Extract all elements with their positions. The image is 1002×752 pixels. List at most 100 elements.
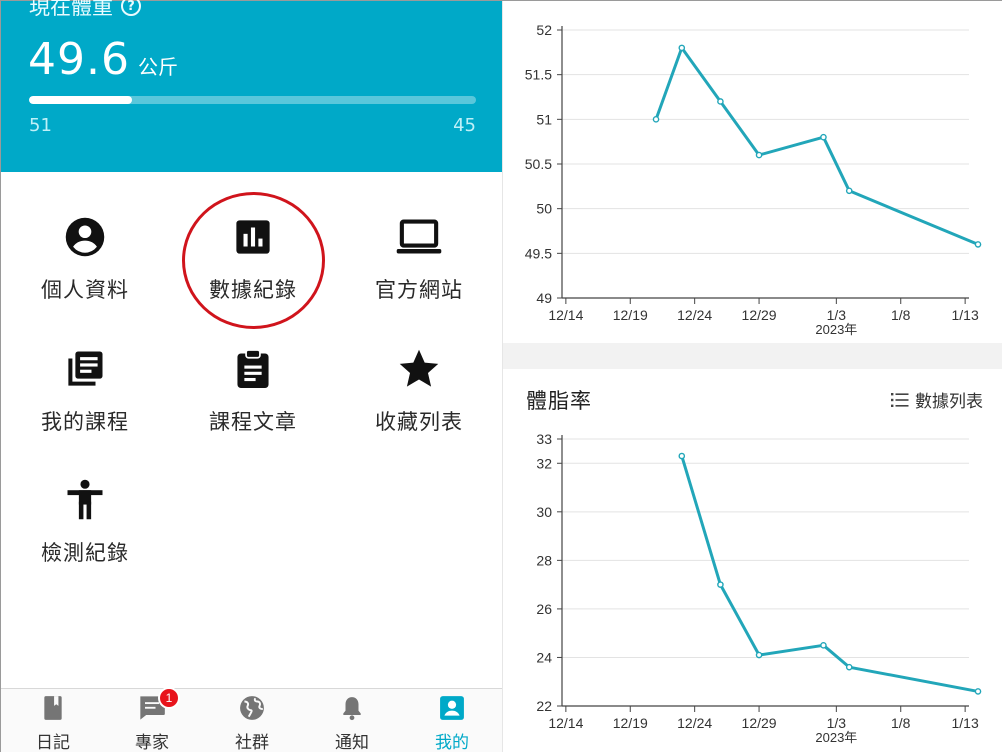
data-point [717, 581, 724, 588]
menu-item-data-records[interactable]: 數據紀錄 [169, 194, 337, 304]
menu-item-label: 我的課程 [41, 410, 129, 434]
y-tick-label: 30 [536, 504, 552, 520]
menu-item-course-articles[interactable]: 課程文章 [169, 326, 337, 436]
x-tick-label: 1/3 [827, 715, 847, 731]
book-icon [39, 694, 67, 722]
menu-item-test-records[interactable]: 檢測紀錄 [1, 457, 169, 567]
tab-me[interactable]: 我的 [402, 689, 502, 752]
menu-item-label: 數據紀錄 [209, 278, 297, 302]
weight-unit: 公斤 [137, 55, 178, 79]
data-point [820, 133, 827, 141]
bar-chart-icon [229, 214, 277, 260]
menu-item-my-courses[interactable]: 我的課程 [1, 326, 169, 436]
library-books-icon [61, 346, 109, 392]
bell-icon [338, 694, 366, 722]
y-tick-label: 33 [536, 431, 552, 447]
weight-line-chart: 49 49.5 50 50.5 51 51.5 52 12/14 12/19 12/24 12/29… [525, 22, 982, 337]
y-tick-label: 51.5 [525, 67, 552, 83]
current-weight-card[interactable]: 現在體重 ? 49.6 公斤 51 45 [1, 0, 502, 172]
data-point [652, 116, 660, 123]
person-box-icon [438, 694, 466, 722]
menu-item-label: 個人資料 [41, 278, 129, 302]
y-tick-label: 50 [536, 201, 552, 217]
profile-panel: 現在體重 ? 49.6 公斤 51 45 個人資料 數據紀錄 官方網站 我的課程… [1, 0, 503, 752]
tab-label: 社群 [235, 733, 269, 752]
x-year-label: 2023年 [815, 322, 857, 337]
accessibility-icon [61, 477, 109, 523]
data-point [717, 98, 724, 105]
clipboard-icon [229, 346, 277, 392]
tab-label: 專家 [135, 733, 169, 752]
current-weight-title-text: 現在體重 [29, 0, 113, 19]
section-divider [503, 343, 1002, 369]
y-tick-label: 52 [536, 22, 552, 38]
data-point [974, 241, 982, 248]
data-point [678, 44, 686, 52]
x-tick-label: 1/3 [827, 307, 847, 323]
x-tick-label: 12/14 [548, 715, 583, 731]
laptop-icon [395, 214, 443, 260]
x-tick-label: 1/13 [952, 715, 979, 731]
tab-community[interactable]: 社群 [202, 689, 302, 752]
y-tick-label: 51 [536, 111, 552, 127]
y-tick-label: 24 [536, 649, 552, 665]
account-circle-icon [61, 214, 109, 260]
y-tick-label: 32 [536, 455, 552, 471]
x-tick-label: 12/29 [742, 715, 777, 731]
data-point [845, 187, 853, 195]
weight-progress-fill [29, 96, 132, 104]
menu-item-label: 檢測紀錄 [41, 541, 129, 565]
x-tick-label: 1/8 [891, 715, 911, 731]
start-weight: 51 [29, 115, 52, 136]
globe-icon [238, 694, 266, 722]
x-year-label: 2023年 [815, 730, 857, 745]
x-tick-label: 1/8 [891, 307, 911, 323]
x-tick-label: 12/29 [742, 307, 777, 323]
weight-progress-bar [29, 96, 476, 104]
goal-weight: 45 [453, 115, 476, 136]
data-point [755, 651, 763, 659]
x-tick-label: 12/24 [677, 715, 712, 731]
current-weight-title: 現在體重 ? [29, 0, 141, 21]
current-weight-value: 49.6 公斤 [28, 37, 178, 83]
bottom-tab-bar: 日記 1 專家 社群 通知 我的 [1, 687, 502, 752]
y-tick-label: 22 [536, 698, 552, 714]
menu-item-profile[interactable]: 個人資料 [1, 194, 169, 304]
menu-item-label: 收藏列表 [375, 410, 463, 434]
series-line [680, 455, 979, 693]
x-tick-label: 12/14 [548, 307, 583, 323]
data-point [755, 151, 763, 159]
y-tick-label: 26 [536, 601, 552, 617]
tab-label: 日記 [36, 733, 70, 752]
x-tick-label: 1/13 [952, 307, 979, 323]
x-tick-label: 12/19 [613, 715, 648, 731]
y-tick-label: 49 [536, 290, 552, 306]
tab-label: 我的 [435, 733, 469, 752]
notification-badge: 1 [158, 687, 180, 709]
data-point [974, 688, 982, 695]
y-tick-label: 50.5 [525, 156, 552, 172]
y-tick-label: 49.5 [525, 245, 552, 261]
charts-panel: 49 49.5 50 50.5 51 51.5 52 12/14 12/19 12/24 12/29… [502, 1, 1002, 752]
menu-item-label: 課程文章 [209, 410, 297, 434]
data-point [820, 642, 827, 649]
screenshot-frame: 現在體重 ? 49.6 公斤 51 45 個人資料 數據紀錄 官方網站 我的課程… [0, 0, 1002, 752]
chat-icon: 1 [138, 687, 180, 722]
menu-item-official-site[interactable]: 官方網站 [335, 194, 503, 304]
menu-item-label: 官方網站 [375, 278, 463, 302]
tab-experts[interactable]: 1 專家 [102, 687, 202, 752]
help-icon[interactable]: ? [121, 0, 141, 16]
star-icon [395, 346, 443, 392]
tab-notifications[interactable]: 通知 [302, 689, 402, 752]
tab-diary[interactable]: 日記 [3, 689, 103, 752]
x-tick-label: 12/24 [677, 307, 712, 323]
x-tick-label: 12/19 [613, 307, 648, 323]
data-point [678, 452, 686, 460]
data-point [845, 663, 853, 671]
y-tick-label: 28 [536, 552, 552, 568]
tab-label: 通知 [335, 733, 369, 752]
series-line [654, 46, 979, 246]
body-fat-line-chart: 22 24 26 28 30 32 33 12/14 12/19 12/24 12/29 1/3 1/8… [536, 431, 982, 745]
menu-item-favorites[interactable]: 收藏列表 [335, 326, 503, 436]
weight-number: 49.6 [28, 34, 130, 85]
